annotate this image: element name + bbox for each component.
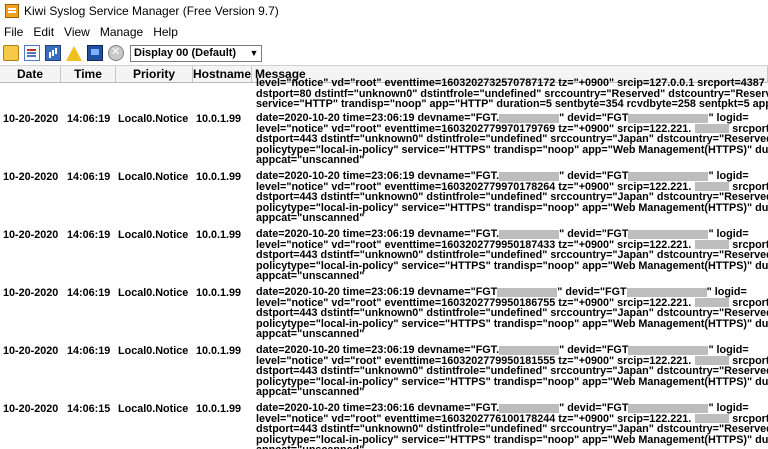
message-cell: level="notice" vd="root" eventtime=16032…	[256, 78, 768, 110]
redacted-block	[695, 240, 730, 250]
open-icon[interactable]	[3, 45, 19, 61]
redacted-block	[695, 298, 730, 308]
redacted-block	[628, 113, 709, 123]
monitor-icon[interactable]	[87, 45, 103, 61]
message-line: appcat="unscanned"	[256, 212, 365, 224]
message-cell: date=2020-10-20 time=23:06:16 devname="F…	[256, 403, 768, 449]
hostname-cell: 10.0.1.99	[196, 287, 242, 299]
redacted-block	[497, 287, 558, 297]
table-row[interactable]: 10-20-2020 14:06:19 Local0.Notice 10.0.1.99…	[0, 344, 768, 402]
priority-cell: Local0.Notice	[118, 113, 189, 125]
priority-cell: Local0.Notice	[118, 287, 189, 299]
message-line: level="notice" vd="root" eventtime=16032…	[256, 78, 768, 89]
redacted-block	[628, 171, 709, 181]
chart-icon[interactable]	[45, 45, 61, 61]
hostname-cell: 10.0.1.99	[196, 113, 242, 125]
message-line: appcat="unscanned"	[256, 154, 365, 166]
date-cell: 10-20-2020	[3, 113, 59, 125]
redacted-block	[628, 345, 709, 355]
display-select-value: Display 00 (Default)	[134, 47, 237, 59]
redacted-block	[695, 124, 730, 134]
message-cell: date=2020-10-20 time=23:06:19 devname="F…	[256, 287, 768, 340]
redacted-block	[695, 414, 730, 424]
redacted-block	[499, 403, 560, 413]
window-title: Kiwi Syslog Service Manager (Free Versio…	[24, 4, 279, 18]
message-line: appcat="unscanned"	[256, 328, 365, 340]
time-cell: 14:06:19	[67, 171, 111, 183]
message-cell: date=2020-10-20 time=23:06:19 devname="F…	[256, 171, 768, 224]
priority-cell: Local0.Notice	[118, 403, 189, 415]
table-row[interactable]: 10-20-2020 14:06:19 Local0.Notice 10.0.1.99…	[0, 170, 768, 228]
message-line: appcat="unscanned"	[256, 445, 768, 449]
menu-file[interactable]: File	[0, 25, 28, 39]
time-cell: 14:06:19	[67, 345, 111, 357]
table-row[interactable]: 10-20-2020 14:06:15 Local0.Notice 10.0.1.99…	[0, 402, 768, 449]
message-line: appcat="unscanned"	[256, 386, 365, 398]
warning-icon[interactable]	[66, 45, 82, 61]
redacted-block	[499, 229, 560, 239]
time-cell: 14:06:19	[67, 113, 111, 125]
menu-edit[interactable]: Edit	[28, 25, 59, 39]
priority-cell: Local0.Notice	[118, 345, 189, 357]
message-cell: date=2020-10-20 time=23:06:19 devname="F…	[256, 345, 768, 398]
message-cell: date=2020-10-20 time=23:06:19 devname="F…	[256, 113, 768, 166]
redacted-block	[626, 287, 707, 297]
table-row[interactable]: 10-20-2020 14:06:19 Local0.Notice 10.0.1.99…	[0, 228, 768, 286]
date-cell: 10-20-2020	[3, 229, 59, 241]
time-cell: 14:06:19	[67, 229, 111, 241]
time-cell: 14:06:15	[67, 403, 111, 415]
title-bar: Kiwi Syslog Service Manager (Free Versio…	[0, 0, 768, 22]
notepad-icon[interactable]	[24, 45, 40, 61]
redacted-block	[628, 403, 709, 413]
time-cell: 14:06:19	[67, 287, 111, 299]
table-row[interactable]: 10-20-2020 14:06:19 Local0.Notice 10.0.1.99…	[0, 286, 768, 344]
date-cell: 10-20-2020	[3, 403, 59, 415]
redacted-block	[695, 182, 730, 192]
hostname-cell: 10.0.1.99	[196, 229, 242, 241]
clear-icon[interactable]	[108, 45, 124, 61]
hostname-cell: 10.0.1.99	[196, 345, 242, 357]
kiwi-app-icon	[5, 4, 19, 18]
display-select[interactable]: Display 00 (Default) ▼	[130, 44, 262, 62]
hostname-cell: 10.0.1.99	[196, 171, 242, 183]
priority-cell: Local0.Notice	[118, 171, 189, 183]
date-cell: 10-20-2020	[3, 287, 59, 299]
menu-help[interactable]: Help	[148, 25, 183, 39]
table-row[interactable]: 10-20-2020 14:06:19 Local0.Notice 10.0.1.99…	[0, 112, 768, 170]
priority-cell: Local0.Notice	[118, 229, 189, 241]
chevron-down-icon[interactable]: ▼	[247, 48, 261, 58]
redacted-block	[695, 356, 730, 366]
toolbar: Display 00 (Default) ▼	[0, 42, 768, 64]
redacted-block	[628, 229, 709, 239]
message-cell: date=2020-10-20 time=23:06:19 devname="F…	[256, 229, 768, 282]
menu-view[interactable]: View	[59, 25, 95, 39]
message-line: appcat="unscanned"	[256, 270, 365, 282]
redacted-block	[499, 345, 560, 355]
menu-bar: File Edit View Manage Help	[0, 22, 768, 42]
redacted-block	[499, 171, 560, 181]
redacted-block	[499, 113, 560, 123]
date-cell: 10-20-2020	[3, 171, 59, 183]
date-cell: 10-20-2020	[3, 345, 59, 357]
hostname-cell: 10.0.1.99	[196, 403, 242, 415]
table-row-partial[interactable]: level="notice" vd="root" eventtime=16032…	[0, 77, 768, 111]
menu-manage[interactable]: Manage	[95, 25, 148, 39]
message-line: service="HTTP" trandisp="noop" app="HTTP…	[256, 98, 768, 110]
syslog-table: Date Time Priority Hostname Message leve…	[0, 65, 768, 449]
